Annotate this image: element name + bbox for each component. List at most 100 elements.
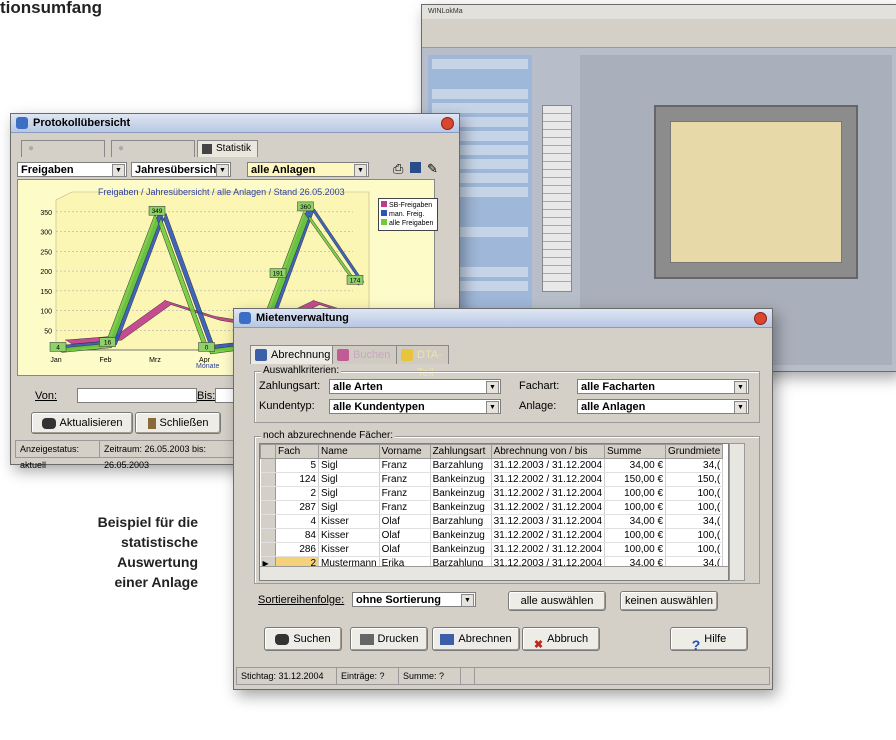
- table-cell: Kisser: [318, 542, 380, 557]
- table-row[interactable]: 286 Kisser Olaf Bankeinzug 31.12.2002 / 31.1…: [260, 542, 724, 557]
- print-button[interactable]: Drucken: [350, 627, 428, 651]
- tab-log[interactable]: ●: [21, 140, 105, 157]
- filter-system-select[interactable]: alle Anlagen ▼: [247, 162, 369, 177]
- map-toolbar[interactable]: [422, 33, 896, 48]
- status-sum: Summe: ?: [398, 667, 462, 685]
- caption: Beispiel für die statistische Auswertung…: [40, 512, 198, 592]
- data-point: [302, 211, 305, 213]
- sidebar-item[interactable]: [432, 89, 528, 99]
- table-row[interactable]: 4 Kisser Olaf Barzahlung 31.12.2003 / 31.12.…: [260, 514, 724, 529]
- rental-titlebar[interactable]: Mietenverwaltung: [234, 309, 772, 328]
- tab-dta[interactable]: DTA-Teil: [396, 345, 449, 379]
- compartments-table[interactable]: Fach Name Vorname Zahlungsart Abrechnung…: [259, 443, 729, 581]
- invoice-icon: [440, 633, 455, 645]
- binoculars-icon: [41, 417, 56, 429]
- system-select[interactable]: alle Anlagen ▼: [577, 399, 749, 414]
- table-cell: Sigl: [318, 500, 380, 515]
- table-cell: Franz: [379, 500, 431, 515]
- tab-abrechnung[interactable]: Abrechnung: [250, 345, 338, 364]
- customer-type-select[interactable]: alle Kundentypen ▼: [329, 399, 501, 414]
- compartment-type-label: Fachart:: [519, 380, 560, 392]
- horizontal-scrollbar[interactable]: [260, 566, 728, 580]
- cancel-button[interactable]: ✖ Abbruch: [522, 627, 600, 651]
- close-icon[interactable]: [754, 312, 767, 325]
- row-indicator[interactable]: [260, 514, 276, 529]
- table-cell: Barzahlung: [430, 458, 492, 473]
- bill-button[interactable]: Abrechnen: [432, 627, 520, 651]
- table-row[interactable]: 5 Sigl Franz Barzahlung 31.12.2003 / 31.12.2…: [260, 458, 724, 473]
- map-menubar[interactable]: [422, 19, 896, 33]
- table-header-row: Fach Name Vorname Zahlungsart Abrechnung…: [260, 444, 724, 459]
- table-row[interactable]: 84 Kisser Olaf Bankeinzug 31.12.2002 / 31.12…: [260, 528, 724, 543]
- table-row[interactable]: 287 Sigl Franz Bankeinzug 31.12.2002 / 31.12…: [260, 500, 724, 515]
- close-button[interactable]: Schließen: [135, 412, 221, 434]
- row-indicator[interactable]: [260, 542, 276, 557]
- chart-icon: [202, 144, 212, 154]
- table-cell: 34,00 €: [604, 458, 667, 473]
- table-cell: Barzahlung: [430, 514, 492, 529]
- chart-legend: SB-Freigaben man. Freig. alle Freigaben: [378, 198, 438, 231]
- sort-select[interactable]: ohne Sortierung ▼: [352, 592, 476, 607]
- sidebar-item[interactable]: [432, 103, 528, 113]
- table-cell: 34,00 €: [604, 514, 667, 529]
- refresh-button[interactable]: Aktualisieren: [31, 412, 133, 434]
- caption-line: Beispiel für die: [97, 514, 198, 530]
- table-cell: 286: [275, 542, 319, 557]
- vertical-scrollbar[interactable]: [729, 443, 745, 581]
- from-label: Von:: [35, 390, 58, 402]
- tab-log-2[interactable]: ●: [111, 140, 195, 157]
- row-indicator[interactable]: [260, 486, 276, 501]
- data-label: 0: [205, 344, 209, 351]
- chart-title: Freigaben / Jahresübersicht / alle Anlag…: [98, 187, 345, 197]
- status-entries: Einträge: ?: [336, 667, 400, 685]
- select-none-button[interactable]: keinen auswählen: [620, 591, 718, 611]
- row-indicator[interactable]: [260, 458, 276, 473]
- table-cell: 100,(: [665, 500, 724, 515]
- map-window-title: WINLokMa: [428, 8, 463, 15]
- chevron-down-icon: ▼: [734, 381, 747, 394]
- to-label: Bis:: [197, 390, 216, 402]
- booking-icon: [337, 349, 349, 361]
- open-compartments-group: noch abzurechnende Fächer: Fach Name Vor…: [254, 430, 760, 584]
- sidebar-item[interactable]: [432, 59, 528, 69]
- table-cell: Franz: [379, 486, 431, 501]
- column-header: Vorname: [378, 444, 431, 459]
- help-button[interactable]: ? Hilfe: [670, 627, 748, 653]
- map-window-titlebar: WINLokMa: [422, 5, 896, 19]
- table-row[interactable]: 124 Sigl Franz Bankeinzug 31.12.2002 / 31.12…: [260, 472, 724, 487]
- row-indicator[interactable]: [260, 500, 276, 515]
- table-cell: 34,(: [665, 458, 724, 473]
- close-icon[interactable]: [441, 117, 454, 130]
- row-indicator[interactable]: [260, 472, 276, 487]
- chevron-down-icon: ▼: [486, 381, 499, 394]
- tab-buchen[interactable]: Buchen: [332, 345, 398, 364]
- rental-window-title: Mietenverwaltung: [256, 312, 349, 324]
- compartment-type-select[interactable]: alle Facharten ▼: [577, 379, 749, 394]
- display-status: Anzeigestatus: aktuell: [15, 440, 101, 470]
- room-floorplan[interactable]: [654, 105, 858, 279]
- grid-group-label: noch abzurechnende Fächer:: [261, 430, 396, 441]
- from-date-input[interactable]: [77, 388, 197, 403]
- filter-period-select[interactable]: Jahresübersicht ▼: [131, 162, 231, 177]
- save-icon[interactable]: [410, 162, 421, 173]
- caption-line: statistische: [120, 534, 198, 550]
- data-label: 191: [273, 271, 284, 278]
- search-button[interactable]: Suchen: [264, 627, 342, 651]
- table-cell: 100,(: [665, 542, 724, 557]
- column-header: Summe: [604, 444, 667, 459]
- table-cell: Bankeinzug: [430, 500, 492, 515]
- tab-statistik[interactable]: Statistik: [197, 140, 259, 157]
- status-date: Stichtag: 31.12.2004: [236, 667, 338, 685]
- payment-type-select[interactable]: alle Arten ▼: [329, 379, 501, 394]
- filter-type-select[interactable]: Freigaben ▼: [17, 162, 127, 177]
- y-tick-label: 50: [44, 328, 52, 335]
- x-tick-label: Jan: [50, 357, 61, 364]
- payment-type-label: Zahlungsart:: [259, 380, 321, 392]
- select-all-button[interactable]: alle auswählen: [508, 591, 606, 611]
- data-label: 16: [104, 340, 112, 347]
- export-icon[interactable]: ✎: [427, 161, 438, 177]
- print-icon[interactable]: ⎙: [393, 161, 403, 177]
- row-indicator[interactable]: [260, 528, 276, 543]
- table-row[interactable]: 2 Sigl Franz Bankeinzug 31.12.2002 / 31.12.2…: [260, 486, 724, 501]
- stats-titlebar[interactable]: Protokollübersicht: [11, 114, 459, 133]
